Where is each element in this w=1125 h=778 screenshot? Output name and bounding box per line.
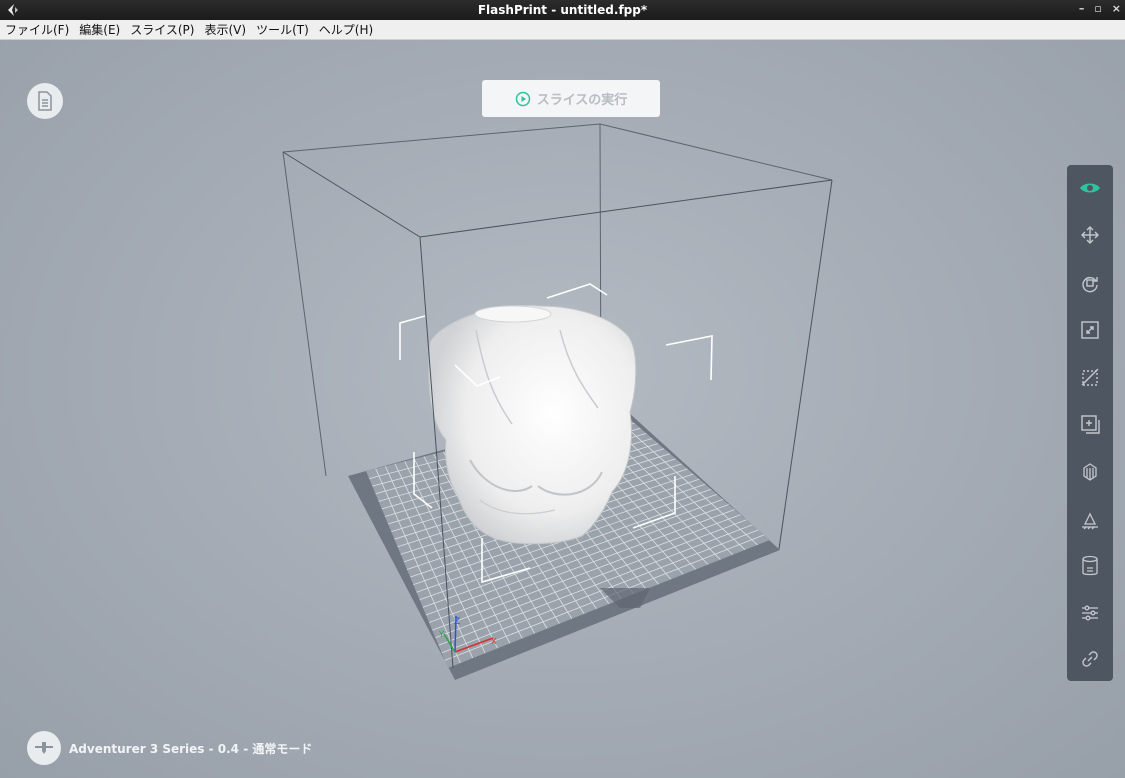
cut-icon xyxy=(1081,368,1099,386)
menu-view[interactable]: 表示(V) xyxy=(199,21,251,38)
add-part-tool[interactable] xyxy=(1075,409,1105,439)
flashprint-logo-icon xyxy=(8,4,18,16)
machine-button[interactable] xyxy=(27,731,61,765)
window-title: FlashPrint - untitled.fpp* xyxy=(477,3,648,17)
maximize-button[interactable]: ▫ xyxy=(1094,2,1101,15)
document-button[interactable] xyxy=(27,83,63,119)
menu-bar: ファイル(F) 編集(E) スライス(P) 表示(V) ツール(T) ヘルプ(H… xyxy=(0,20,1125,40)
rotate-tool[interactable] xyxy=(1075,268,1105,298)
title-bar: FlashPrint - untitled.fpp* – ▫ × xyxy=(0,0,1125,20)
lay-flat-tool[interactable] xyxy=(1075,505,1105,535)
minimize-button[interactable]: – xyxy=(1079,2,1085,15)
3d-viewport[interactable]: Z X Y スライスの実行 Adventurer 3 Series - 0.4 … xyxy=(0,40,1125,778)
scale-icon xyxy=(1081,321,1099,339)
rotate-icon xyxy=(1082,276,1098,293)
supports-icon xyxy=(1083,463,1097,481)
menu-help[interactable]: ヘルプ(H) xyxy=(314,21,378,38)
printer-nozzle-icon xyxy=(35,742,53,754)
menu-edit[interactable]: 編集(E) xyxy=(74,21,125,38)
machine-label: Adventurer 3 Series - 0.4 - 通常モード xyxy=(69,741,313,756)
supports-tool[interactable] xyxy=(1075,457,1105,487)
machine-status: Adventurer 3 Series - 0.4 - 通常モード xyxy=(27,731,312,765)
link-icon xyxy=(1082,651,1098,667)
lay-flat-icon xyxy=(1082,512,1098,530)
move-icon xyxy=(1081,226,1099,244)
eye-icon xyxy=(1080,183,1100,193)
raft-tool[interactable] xyxy=(1075,551,1105,581)
axis-y-label: Y xyxy=(438,630,444,639)
add-part-icon xyxy=(1081,415,1100,434)
settings-tool[interactable] xyxy=(1075,598,1105,628)
slice-button-label: スライスの実行 xyxy=(536,93,628,108)
right-toolbar xyxy=(1067,165,1113,681)
document-icon xyxy=(38,91,52,111)
link-tool[interactable] xyxy=(1075,644,1105,674)
menu-slice[interactable]: スライス(P) xyxy=(125,21,199,38)
window-controls: – ▫ × xyxy=(1079,2,1121,15)
play-circle-icon xyxy=(515,91,530,106)
axis-z-label: Z xyxy=(454,617,460,627)
view-tool[interactable] xyxy=(1075,173,1105,203)
menu-file[interactable]: ファイル(F) xyxy=(0,21,74,38)
build-scene: Z X Y xyxy=(282,123,833,680)
raft-icon xyxy=(1082,555,1098,576)
menu-tools[interactable]: ツール(T) xyxy=(251,21,314,38)
settings-sliders-icon xyxy=(1082,605,1098,621)
cut-tool[interactable] xyxy=(1075,362,1105,392)
slice-button[interactable]: スライスの実行 xyxy=(482,80,660,117)
scale-tool[interactable] xyxy=(1075,315,1105,345)
axis-x-label: X xyxy=(491,637,497,646)
move-tool[interactable] xyxy=(1075,220,1105,250)
close-button[interactable]: × xyxy=(1112,2,1121,15)
